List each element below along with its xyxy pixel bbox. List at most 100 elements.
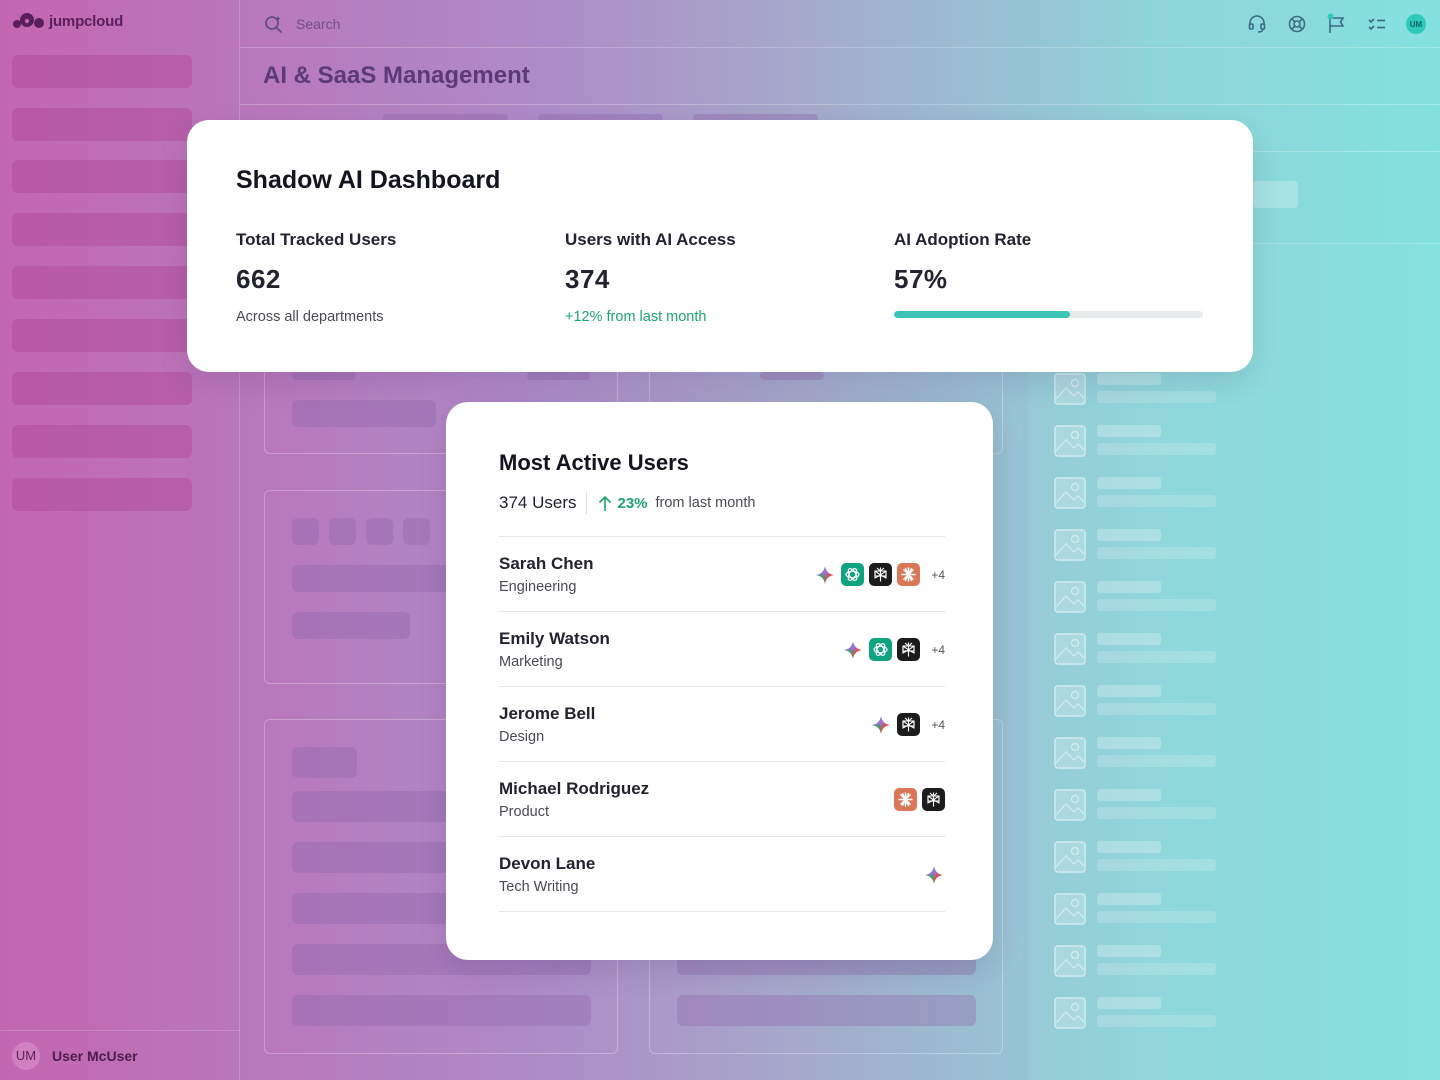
most-active-users-card: Most Active Users 374 Users 23% from las…	[446, 402, 993, 960]
image-placeholder-icon	[1054, 373, 1086, 405]
claude-icon	[894, 788, 917, 811]
user-department: Marketing	[499, 654, 563, 670]
user-department: Tech Writing	[499, 879, 579, 895]
ai-tools	[922, 863, 945, 886]
flag-icon[interactable]	[1326, 13, 1348, 35]
user-row[interactable]: Devon Lane Tech Writing	[499, 837, 945, 912]
perplexity-icon	[897, 713, 920, 736]
placeholder	[1097, 425, 1161, 437]
placeholder	[1097, 841, 1161, 853]
placeholder	[1097, 807, 1216, 819]
user-avatar-top[interactable]: UM	[1406, 14, 1426, 34]
chatgpt-icon	[841, 563, 864, 586]
user-row[interactable]: Sarah Chen Engineering +4	[499, 537, 945, 612]
placeholder	[1097, 1015, 1216, 1027]
active-users-count: 374 Users	[499, 493, 577, 512]
sidebar-user[interactable]: UM User McUser	[0, 1030, 240, 1080]
sidebar-item-placeholder[interactable]	[12, 55, 192, 88]
sidebar-item-placeholder[interactable]	[12, 425, 192, 458]
placeholder	[366, 518, 393, 545]
ai-tools: +4	[813, 563, 945, 586]
placeholder	[292, 995, 591, 1026]
user-row[interactable]: Michael Rodriguez Product	[499, 762, 945, 837]
sidebar-item-placeholder[interactable]	[12, 319, 192, 352]
user-row[interactable]: Emily Watson Marketing +4	[499, 612, 945, 687]
user-name: Devon Lane	[499, 854, 596, 873]
divider	[240, 104, 1440, 105]
stat-subtext: Across all departments	[236, 309, 384, 325]
top-bar: Search UM	[240, 0, 1440, 48]
search-bar[interactable]: Search	[264, 14, 340, 34]
jumpcloud-logo-icon	[13, 13, 44, 28]
sidebar-item-placeholder[interactable]	[12, 478, 192, 511]
sidebar-item-placeholder[interactable]	[12, 266, 192, 299]
sidebar-item-placeholder[interactable]	[12, 160, 192, 193]
image-placeholder-icon	[1054, 477, 1086, 509]
user-list: Sarah Chen Engineering +4 Emily Watson Marke…	[499, 536, 945, 912]
sidebar-item-placeholder[interactable]	[12, 372, 192, 405]
user-name: Sarah Chen	[499, 554, 594, 573]
logo-text: jumpcloud	[49, 12, 124, 30]
sidebar-item-placeholder[interactable]	[12, 213, 192, 246]
placeholder	[1097, 373, 1161, 385]
image-placeholder-icon	[1054, 685, 1086, 717]
placeholder	[1097, 547, 1216, 559]
image-placeholder-icon	[1054, 789, 1086, 821]
placeholder	[527, 372, 591, 380]
placeholder	[1097, 391, 1216, 403]
gemini-icon	[869, 713, 892, 736]
user-name: Jerome Bell	[499, 704, 596, 723]
support-headset-icon[interactable]	[1246, 13, 1268, 35]
user-department: Engineering	[499, 579, 577, 595]
search-input[interactable]: Search	[296, 16, 340, 32]
stat-users-with-ai-access: Users with AI Access 374 +12% from last …	[565, 230, 875, 325]
sidebar-item-placeholder[interactable]	[12, 108, 192, 141]
shadow-ai-dashboard-card: Shadow AI Dashboard Total Tracked Users …	[187, 120, 1253, 372]
placeholder	[1097, 945, 1161, 957]
placeholder	[292, 518, 319, 545]
stat-value: 662	[236, 264, 281, 294]
stat-label: AI Adoption Rate	[894, 230, 1032, 249]
user-name: User McUser	[52, 1047, 138, 1064]
checklist-icon[interactable]	[1366, 13, 1388, 35]
placeholder	[1097, 893, 1161, 905]
placeholder	[1097, 997, 1161, 1009]
stat-total-tracked-users: Total Tracked Users 662 Across all depar…	[236, 230, 546, 325]
perplexity-icon	[869, 563, 892, 586]
placeholder	[1097, 859, 1216, 871]
placeholder	[1097, 443, 1216, 455]
placeholder	[1097, 633, 1161, 645]
help-lifebuoy-icon[interactable]	[1286, 13, 1308, 35]
perplexity-icon	[897, 638, 920, 661]
ai-tools	[894, 788, 945, 811]
adoption-progress-bar	[894, 311, 1203, 318]
user-name: Michael Rodriguez	[499, 779, 650, 798]
image-placeholder-icon	[1054, 893, 1086, 925]
avatar: UM	[12, 1041, 40, 1070]
image-placeholder-icon	[1054, 997, 1086, 1029]
placeholder	[292, 372, 356, 380]
jumpcloud-logo[interactable]: jumpcloud	[12, 12, 123, 30]
ai-tools: +4	[869, 713, 945, 736]
stat-value: 57%	[894, 264, 948, 294]
active-users-summary: 374 Users 23% from last month	[499, 492, 755, 514]
placeholder	[1097, 685, 1161, 697]
search-icon	[265, 15, 282, 33]
placeholder	[292, 791, 452, 822]
placeholder	[292, 400, 436, 427]
placeholder	[1097, 737, 1161, 749]
image-placeholder-icon	[1054, 425, 1086, 457]
trend-text: from last month	[655, 495, 756, 511]
placeholder	[1253, 181, 1298, 208]
active-users-title: Most Active Users	[499, 450, 689, 475]
placeholder	[292, 565, 452, 592]
more-tools-count: +4	[931, 567, 945, 582]
image-placeholder-icon	[1054, 945, 1086, 977]
image-placeholder-icon	[1054, 581, 1086, 613]
page-title: AI & SaaS Management	[263, 62, 530, 89]
placeholder	[677, 995, 976, 1026]
placeholder	[292, 747, 357, 778]
placeholder	[1097, 651, 1216, 663]
adoption-progress-fill	[894, 311, 1071, 318]
user-row[interactable]: Jerome Bell Design +4	[499, 687, 945, 762]
